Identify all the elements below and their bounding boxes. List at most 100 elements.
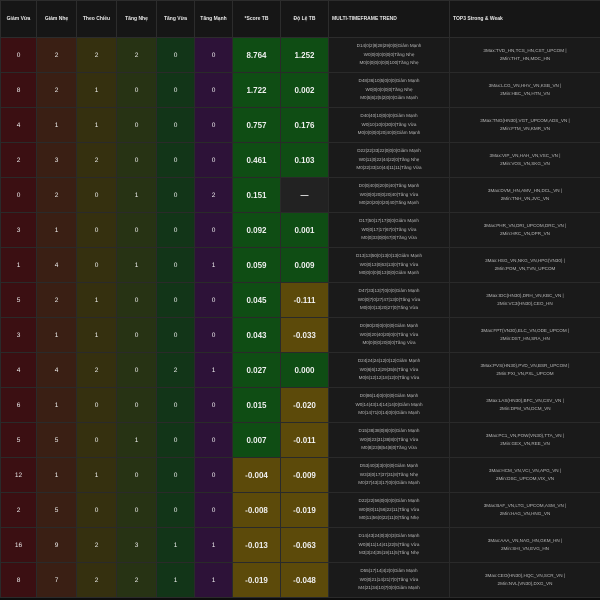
top3-cell: 3Max:TVD_HN,TCS_HN,CST_UPCOM | 2Min:THT_H… [449,37,600,73]
score-cell: 0.461 [232,142,281,178]
top3-line: 3Max:PHR_VN,DRI_UPCOM,DRC_VN | [483,222,567,228]
trend-line: D22|22|33|22|0|0|0|Giảm Mạnh [357,148,421,154]
table-row[interactable]: 0 2 2 2 0 0 8.764 1.252 D14|0|2|9|28|29|0|0|Giảm… [0,37,600,73]
column-header[interactable]: Tăng Vừa [156,0,195,38]
count-cell-tm: 1 [194,562,233,598]
table-row[interactable]: 8 7 2 2 1 1 -0.019 -0.048 D55|17|14|4|2|0|Giảm M… [0,562,600,598]
table-row[interactable]: 4 4 2 0 2 1 0.027 0.000 D24|24|24|12|0|12|Giảm M… [0,352,600,388]
column-header[interactable]: Độ Lệ TB [280,0,329,38]
count-cell-tc: 2 [76,352,117,388]
top3-line: 2Min:FTM_VN,KMR_VN [499,126,551,131]
column-header[interactable]: Giảm Vừa [0,0,37,38]
score-cell: 0.007 [232,422,281,458]
deviation-cell: -0.009 [280,457,329,493]
trend-cell: D0|86|14|0|0|0|0|Giảm Mạnh W0|14|43|14|14… [328,387,450,423]
count-cell-tc: 2 [76,37,117,73]
deviation-cell: -0.063 [280,527,329,563]
count-cell-tv: 0 [156,282,195,318]
top3-line: 2Min:VOS_VN,SKG_VN [500,161,550,166]
trend-table: Giảm Vừa Giảm Nhẹ Theo Chiều Tăng Nhẹ Tăng V… [0,0,600,598]
trend-cell: D15|38|38|0|8|0|0|Giảm Mạnh W0|0|23|31|38… [328,422,450,458]
deviation-cell: -0.033 [280,317,329,353]
top3-line: 2Min:HBC_VN,HTN_VN [500,91,550,96]
column-header[interactable]: Tăng Mạnh [194,0,233,38]
deviation-cell: — [280,177,329,213]
table-row[interactable]: 4 1 1 0 0 0 0.757 0.176 D40|40|10|0|0|0|Giảm Mạn… [0,107,600,143]
count-cell-tm: 0 [194,457,233,493]
trend-line: M0|11|56|0|22|11|0|Tăng Nhẹ [359,515,419,521]
count-cell-gn: 2 [36,177,77,213]
count-cell-tc: 0 [76,177,117,213]
trend-cell: D24|24|24|12|0|12|Giảm Mạnh W0|6|6|12|29|… [328,352,450,388]
table-row[interactable]: 12 1 1 0 0 0 -0.004 -0.009 D53|40|3|3|0|0|0|Giảm… [0,457,600,493]
trend-line: W0|0|21|14|21|7|0|Tăng Vừa [359,576,419,582]
trend-line: D17|50|17|17|0|0|Giảm Mạnh [359,218,419,224]
trend-line: D40|40|10|0|0|0|Giảm Mạnh [360,113,418,119]
count-cell-gn: 1 [36,107,77,143]
deviation-cell: 1.252 [280,37,329,73]
top3-cell: 3Max:IDC(HN30),DRH_VN,KBC_VN | 2Min:VC3(H… [449,282,600,318]
table-row[interactable]: 5 2 1 0 0 0 0.045 -0.111 D47|33|13|7|0|0|0|Giảm … [0,282,600,318]
table-row[interactable]: 6 1 0 0 0 0 0.015 -0.020 D0|86|14|0|0|0|0|Giảm M… [0,387,600,423]
table-row[interactable]: 5 5 0 1 0 0 0.007 -0.011 D15|38|38|0|8|0|0|Giảm … [0,422,600,458]
trend-line: W0|0|0|0|0|0|0|Tăng Nhẹ [363,51,415,57]
count-cell-gn: 2 [36,37,77,73]
deviation-cell: 0.176 [280,107,329,143]
table-row[interactable]: 0 2 0 1 0 2 0.151— D0|0|40|0|20|0|40|Tăng Mạnh W… [0,177,600,213]
trend-line: M0|6|12|12|18|12|0|Tăng Vừa [358,375,420,381]
count-cell-tn: 1 [116,422,157,458]
count-cell-tv: 0 [156,387,195,423]
top3-line: 3Max:DVM_HN,AMV_HN,DCL_VN | [487,187,563,193]
count-cell-gv: 6 [0,387,37,423]
count-cell-tv: 2 [156,352,195,388]
table-row[interactable]: 2 5 0 0 0 0 -0.008 -0.019 D22|22|56|0|0|0|0|Giảm… [0,492,600,528]
count-cell-gv: 2 [0,142,37,178]
table-row[interactable]: 3 1 0 0 0 0 0.092 0.001 D17|50|17|17|0|0|Giảm Mạ… [0,212,600,248]
top3-cell: 3Max:DVM_HN,AMV_HN,DCL_VN | 2Min:TNH_VN,J… [449,177,600,213]
table-row[interactable]: 8 2 1 0 0 0 1.722 0.002 D48|36|10|5|0|0|0|Giảm M… [0,72,600,108]
count-cell-tv: 0 [156,457,195,493]
trend-cell: D47|33|13|7|0|0|0|Giảm Mạnh W0|0|7|0|27|4… [328,282,450,318]
table-row[interactable]: 3 1 1 0 0 0 0.043 -0.033 D0|80|20|0|0|0|0|Giảm M… [0,317,600,353]
count-cell-gn: 4 [36,352,77,388]
column-header[interactable]: Tăng Nhẹ [116,0,157,38]
count-cell-tn: 0 [116,387,157,423]
trend-line: M4|21|34|10|7|0|0|Giảm Mạnh [358,585,420,591]
trend-line: M0|20|20|0|20|40|Tăng Mạnh [359,200,419,206]
top3-cell: 3Max:LCG_VN,HHV_VN,KSB_VN | 2Min:HBC_VN,H… [449,72,600,108]
top3-line: 3Max:TNG(HN30),VGT_UPCOM,ADS_VN | [480,117,570,123]
score-cell: 8.764 [232,37,281,73]
column-header[interactable]: TOP3 Strong & Weak [449,0,600,38]
top3-line: 2Min:HAG_VN,HNG_VN [499,511,551,516]
score-cell: 0.027 [232,352,281,388]
column-header[interactable]: Giảm Nhẹ [36,0,77,38]
trend-line: W0|0|13|0|63|13|0|Tăng Vừa [359,261,419,267]
column-header[interactable]: *Score TB [232,0,281,38]
count-cell-tv: 0 [156,177,195,213]
count-cell-gn: 1 [36,457,77,493]
table-row[interactable]: 16 9 2 3 1 1 -0.013 -0.063 D14|43|24|0|3|0|3|Giả… [0,527,600,563]
trend-line: D0|80|20|0|0|0|0|Giảm Mạnh [359,323,419,329]
trend-line: W0|0|23|31|38|8|0|Tăng Vừa [359,436,419,442]
column-header[interactable]: MULTI-TIMEFRAME TREND [328,0,450,38]
count-cell-tm: 0 [194,72,233,108]
deviation-cell: -0.111 [280,282,329,318]
count-cell-tc: 2 [76,142,117,178]
top3-line: 3Max:TVD_HN,TCS_HN,CST_UPCOM | [483,47,567,53]
table-row[interactable]: 2 3 2 0 0 0 0.461 0.103 D22|22|33|22|0|0|0|Giảm … [0,142,600,178]
trend-line: W0|0|7|0|27|47|13|0|Tăng Vừa [357,296,421,302]
count-cell-tv: 0 [156,107,195,143]
count-cell-tn: 0 [116,352,157,388]
count-cell-tn: 0 [116,72,157,108]
trend-cell: D17|50|17|17|0|0|Giảm Mạnh W0|0|17|17|67|… [328,212,450,248]
score-cell: 1.722 [232,72,281,108]
score-cell: 0.015 [232,387,281,423]
count-cell-tc: 2 [76,527,117,563]
count-cell-gn: 9 [36,527,77,563]
top3-line: 2Min:HRC_VN,DPR_VN [499,231,551,236]
trend-cell: D22|22|33|22|0|0|0|Giảm Mạnh W0|11|0|22|4… [328,142,450,178]
count-cell-tn: 0 [116,457,157,493]
column-header[interactable]: Theo Chiều [76,0,117,38]
count-cell-tn: 0 [116,212,157,248]
table-row[interactable]: 1 4 0 1 0 1 0.059 0.009 D13|13|50|0|13|0|13|Giảm… [0,247,600,283]
